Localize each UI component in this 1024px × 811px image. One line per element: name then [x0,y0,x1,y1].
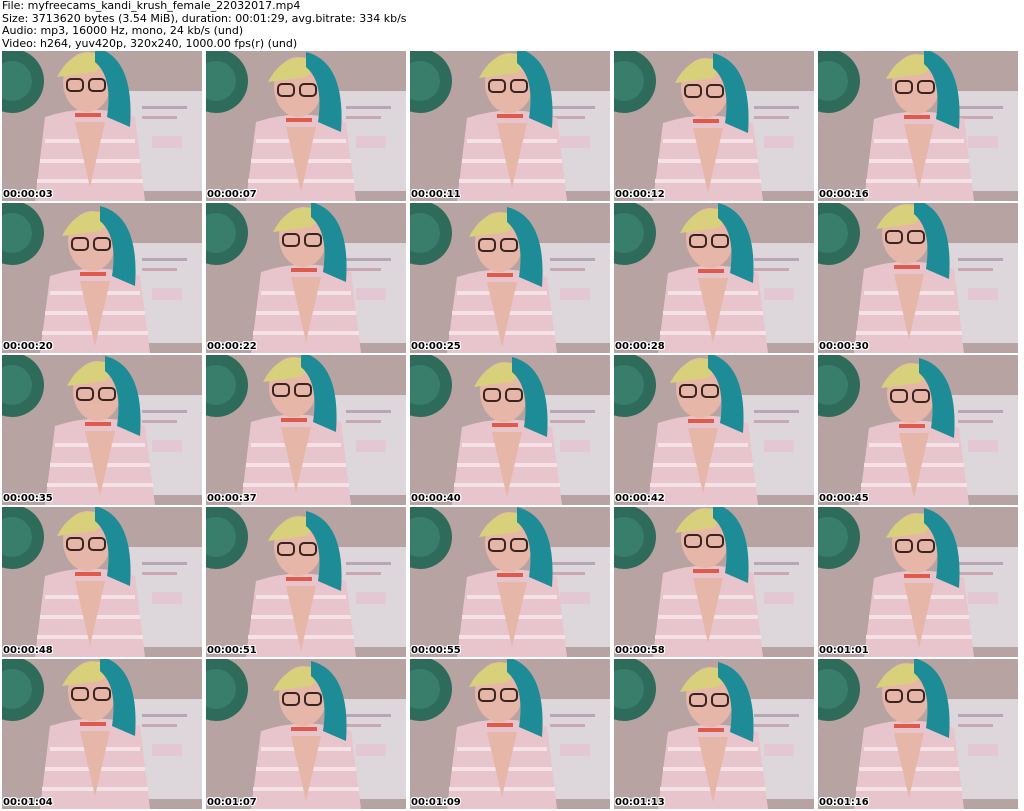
file-size-line: Size: 3713620 bytes (3.54 MiB), duration… [2,11,407,25]
video-thumbnail[interactable]: 00:00:20 [2,203,202,353]
thumbnail-timestamp: 00:01:09 [411,797,461,808]
thumbnail-frame-image [614,659,814,809]
thumbnail-frame-image [818,203,1018,353]
thumbnail-frame-image [2,355,202,505]
thumbnail-frame-image [818,659,1018,809]
video-thumbnail[interactable]: 00:00:55 [410,507,610,657]
thumbnail-timestamp: 00:00:42 [615,493,665,504]
video-thumbnail[interactable]: 00:00:07 [206,51,406,201]
thumbnail-frame-image [410,659,610,809]
thumbnail-frame-image [2,507,202,657]
thumbnail-frame-image [614,355,814,505]
thumbnail-timestamp: 00:00:45 [819,493,869,504]
thumbnail-timestamp: 00:00:07 [207,189,257,200]
video-thumbnail[interactable]: 00:01:07 [206,659,406,809]
video-thumbnail[interactable]: 00:00:37 [206,355,406,505]
video-thumbnail[interactable]: 00:00:40 [410,355,610,505]
thumbnail-timestamp: 00:00:22 [207,341,257,352]
file-name-line: File: myfreecams_kandi_krush_female_2203… [2,0,301,12]
thumbnail-timestamp: 00:01:16 [819,797,869,808]
video-thumbnail[interactable]: 00:00:42 [614,355,814,505]
video-thumbnail[interactable]: 00:00:48 [2,507,202,657]
thumbnail-timestamp: 00:00:37 [207,493,257,504]
video-thumbnail[interactable]: 00:00:22 [206,203,406,353]
thumbnail-timestamp: 00:00:11 [411,189,461,200]
video-thumbnail[interactable]: 00:00:16 [818,51,1018,201]
thumbnail-timestamp: 00:00:51 [207,645,257,656]
file-info-header: File: myfreecams_kandi_krush_female_2203… [2,0,407,50]
thumbnail-timestamp: 00:00:40 [411,493,461,504]
thumbnail-frame-image [206,507,406,657]
thumbnail-timestamp: 00:00:20 [3,341,53,352]
video-thumbnail[interactable]: 00:00:25 [410,203,610,353]
thumbnail-timestamp: 00:01:07 [207,797,257,808]
thumbnail-frame-image [614,507,814,657]
thumbnail-timestamp: 00:01:13 [615,797,665,808]
thumbnail-frame-image [2,51,202,201]
thumbnail-timestamp: 00:00:03 [3,189,53,200]
thumbnail-frame-image [410,203,610,353]
video-thumbnail[interactable]: 00:00:35 [2,355,202,505]
thumbnail-timestamp: 00:01:01 [819,645,869,656]
video-thumbnail[interactable]: 00:01:01 [818,507,1018,657]
thumbnail-frame-image [614,203,814,353]
thumbnail-timestamp: 00:00:25 [411,341,461,352]
video-thumbnail[interactable]: 00:00:11 [410,51,610,201]
video-thumbnail[interactable]: 00:00:51 [206,507,406,657]
video-thumbnail[interactable]: 00:00:28 [614,203,814,353]
video-thumbnail[interactable]: 00:01:09 [410,659,610,809]
thumbnail-frame-image [818,355,1018,505]
thumbnail-frame-image [410,507,610,657]
video-thumbnail[interactable]: 00:00:45 [818,355,1018,505]
thumbnail-frame-image [2,203,202,353]
thumbnail-frame-image [818,507,1018,657]
video-thumbnail[interactable]: 00:01:16 [818,659,1018,809]
thumbnail-timestamp: 00:00:16 [819,189,869,200]
audio-info-line: Audio: mp3, 16000 Hz, mono, 24 kb/s (und… [2,24,244,37]
thumbnail-grid: 00:00:03 00:00:07 00:00:11 00:00:12 00:00:16… [0,51,1024,811]
video-thumbnail[interactable]: 00:00:12 [614,51,814,201]
thumbnail-timestamp: 00:00:58 [615,645,665,656]
video-thumbnail[interactable]: 00:00:58 [614,507,814,657]
thumbnail-frame-image [818,51,1018,201]
thumbnail-timestamp: 00:00:48 [3,645,53,656]
thumbnail-timestamp: 00:00:30 [819,341,869,352]
video-info-line: Video: h264, yuv420p, 320x240, 1000.00 f… [2,36,298,50]
thumbnail-frame-image [410,355,610,505]
thumbnail-timestamp: 00:00:12 [615,189,665,200]
thumbnail-frame-image [206,355,406,505]
thumbnail-frame-image [206,659,406,809]
video-thumbnail[interactable]: 00:00:30 [818,203,1018,353]
thumbnail-frame-image [206,51,406,201]
video-thumbnail[interactable]: 00:00:03 [2,51,202,201]
video-thumbnail[interactable]: 00:01:04 [2,659,202,809]
thumbnail-frame-image [206,203,406,353]
thumbnail-timestamp: 00:01:04 [3,797,53,808]
video-thumbnail[interactable]: 00:01:13 [614,659,814,809]
thumbnail-frame-image [410,51,610,201]
thumbnail-frame-image [614,51,814,201]
thumbnail-timestamp: 00:00:55 [411,645,461,656]
thumbnail-timestamp: 00:00:35 [3,493,53,504]
thumbnail-frame-image [2,659,202,809]
thumbnail-timestamp: 00:00:28 [615,341,665,352]
